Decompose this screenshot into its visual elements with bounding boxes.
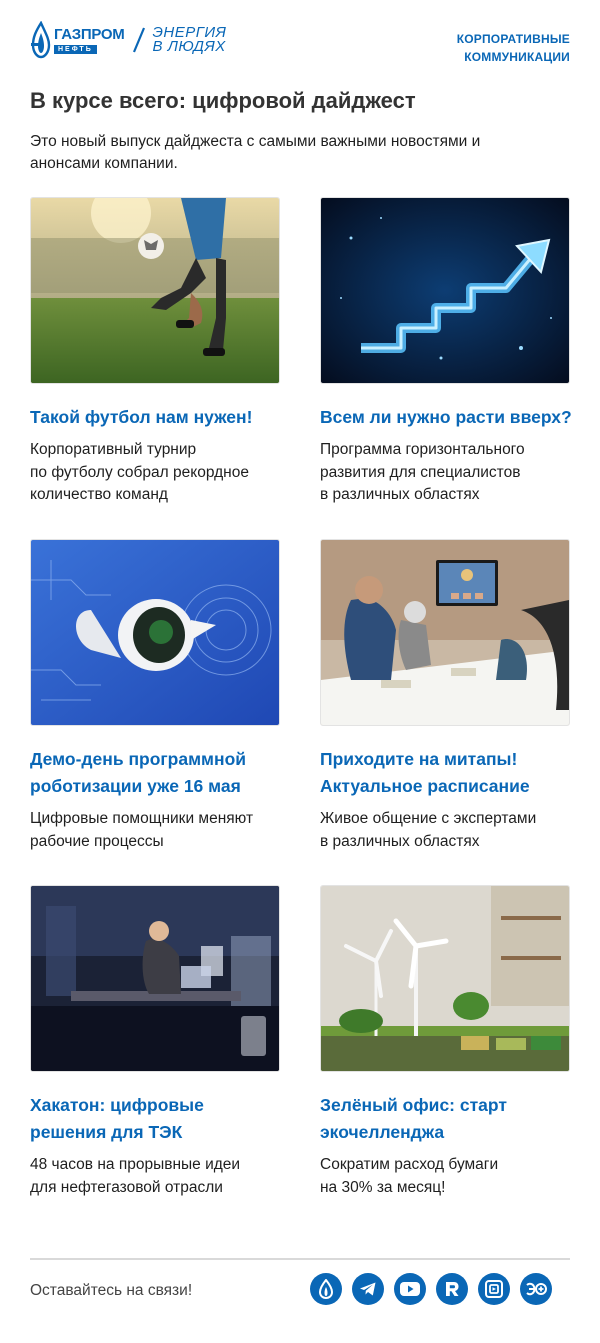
card-text: 48 часов на прорывные идеи для нефтегазо… (30, 1156, 241, 1196)
news-card-meetups[interactable]: Приходите на митапы! Актуальное расписан… (320, 539, 580, 853)
football-photo[interactable] (30, 197, 280, 384)
news-card-robotization[interactable]: Демо-день программной роботизации уже 16… (30, 539, 290, 853)
news-card-hackathon[interactable]: Хакатон: цифровые решения для ТЭК 48 час… (30, 885, 290, 1199)
card-text: Сократим расход бумаги на 30% за месяц! (320, 1156, 499, 1196)
news-card-growth[interactable]: Всем ли нужно расти вверх? Программа гор… (320, 197, 580, 507)
card-title[interactable]: Всем ли нужно расти вверх? (320, 404, 580, 431)
growth-arrow-illustration[interactable] (320, 197, 570, 384)
card-text: Живое общение с экспертами в различных о… (320, 810, 537, 850)
section-label-line-2: КОММУНИКАЦИИ (464, 50, 570, 64)
slash-divider (133, 27, 146, 53)
logo-tagline: ЭНЕРГИЯ В ЛЮДЯХ (152, 25, 226, 55)
page-title: В курсе всего: цифровой дайджест (30, 88, 416, 113)
news-card-football[interactable]: Такой футбол нам нужен! Корпоративный ту… (30, 197, 290, 507)
news-card-green-office[interactable]: Зелёный офис: старт экочелленджа Сократи… (320, 885, 580, 1199)
flame-logo-icon (31, 21, 51, 59)
gazprom-neft-icon[interactable] (310, 1273, 342, 1305)
logo-subword: НЕФТЬ (54, 44, 97, 54)
intro-text: Это новый выпуск дайджеста с самыми важн… (30, 133, 481, 172)
card-title[interactable]: Приходите на митапы! Актуальное расписан… (320, 746, 580, 800)
rutube-icon[interactable] (436, 1273, 468, 1305)
stay-connected-text: Оставайтесь на связи! (30, 1282, 193, 1299)
card-title[interactable]: Демо-день программной роботизации уже 16… (30, 746, 290, 800)
section-label[interactable]: КОРПОРАТИВНЫЕ КОММУНИКАЦИИ (457, 30, 570, 66)
gazprom-neft-logo[interactable]: ГАЗПРОМ НЕФТЬ ЭНЕРГИЯ В ЛЮДЯХ (30, 20, 226, 60)
youtube-icon[interactable] (394, 1273, 426, 1305)
hackathon-photo[interactable] (30, 885, 280, 1072)
card-title[interactable]: Зелёный офис: старт экочелленджа (320, 1092, 580, 1146)
header: ГАЗПРОМ НЕФТЬ ЭНЕРГИЯ В ЛЮДЯХ КОРПОРАТИВ… (30, 20, 570, 68)
meetup-photo[interactable] (320, 539, 570, 726)
robot-illustration[interactable] (30, 539, 280, 726)
card-title[interactable]: Такой футбол нам нужен! (30, 404, 290, 431)
footer-divider (30, 1258, 570, 1260)
vk-video-icon[interactable] (478, 1273, 510, 1305)
card-text: Корпоративный турнир по футболу собрал р… (30, 441, 249, 503)
energy-app-icon[interactable] (520, 1273, 552, 1305)
telegram-icon[interactable] (352, 1273, 384, 1305)
section-label-line-1: КОРПОРАТИВНЫЕ (456, 32, 570, 46)
tagline-line-2: В ЛЮДЯХ (152, 38, 226, 55)
social-links (310, 1273, 552, 1305)
logo-wordmark: ГАЗПРОМ (54, 25, 125, 43)
card-title[interactable]: Хакатон: цифровые решения для ТЭК (30, 1092, 290, 1146)
card-text: Программа горизонтального развития для с… (320, 441, 525, 503)
green-office-photo[interactable] (320, 885, 570, 1072)
card-text: Цифровые помощники меняют рабочие процес… (30, 810, 254, 850)
